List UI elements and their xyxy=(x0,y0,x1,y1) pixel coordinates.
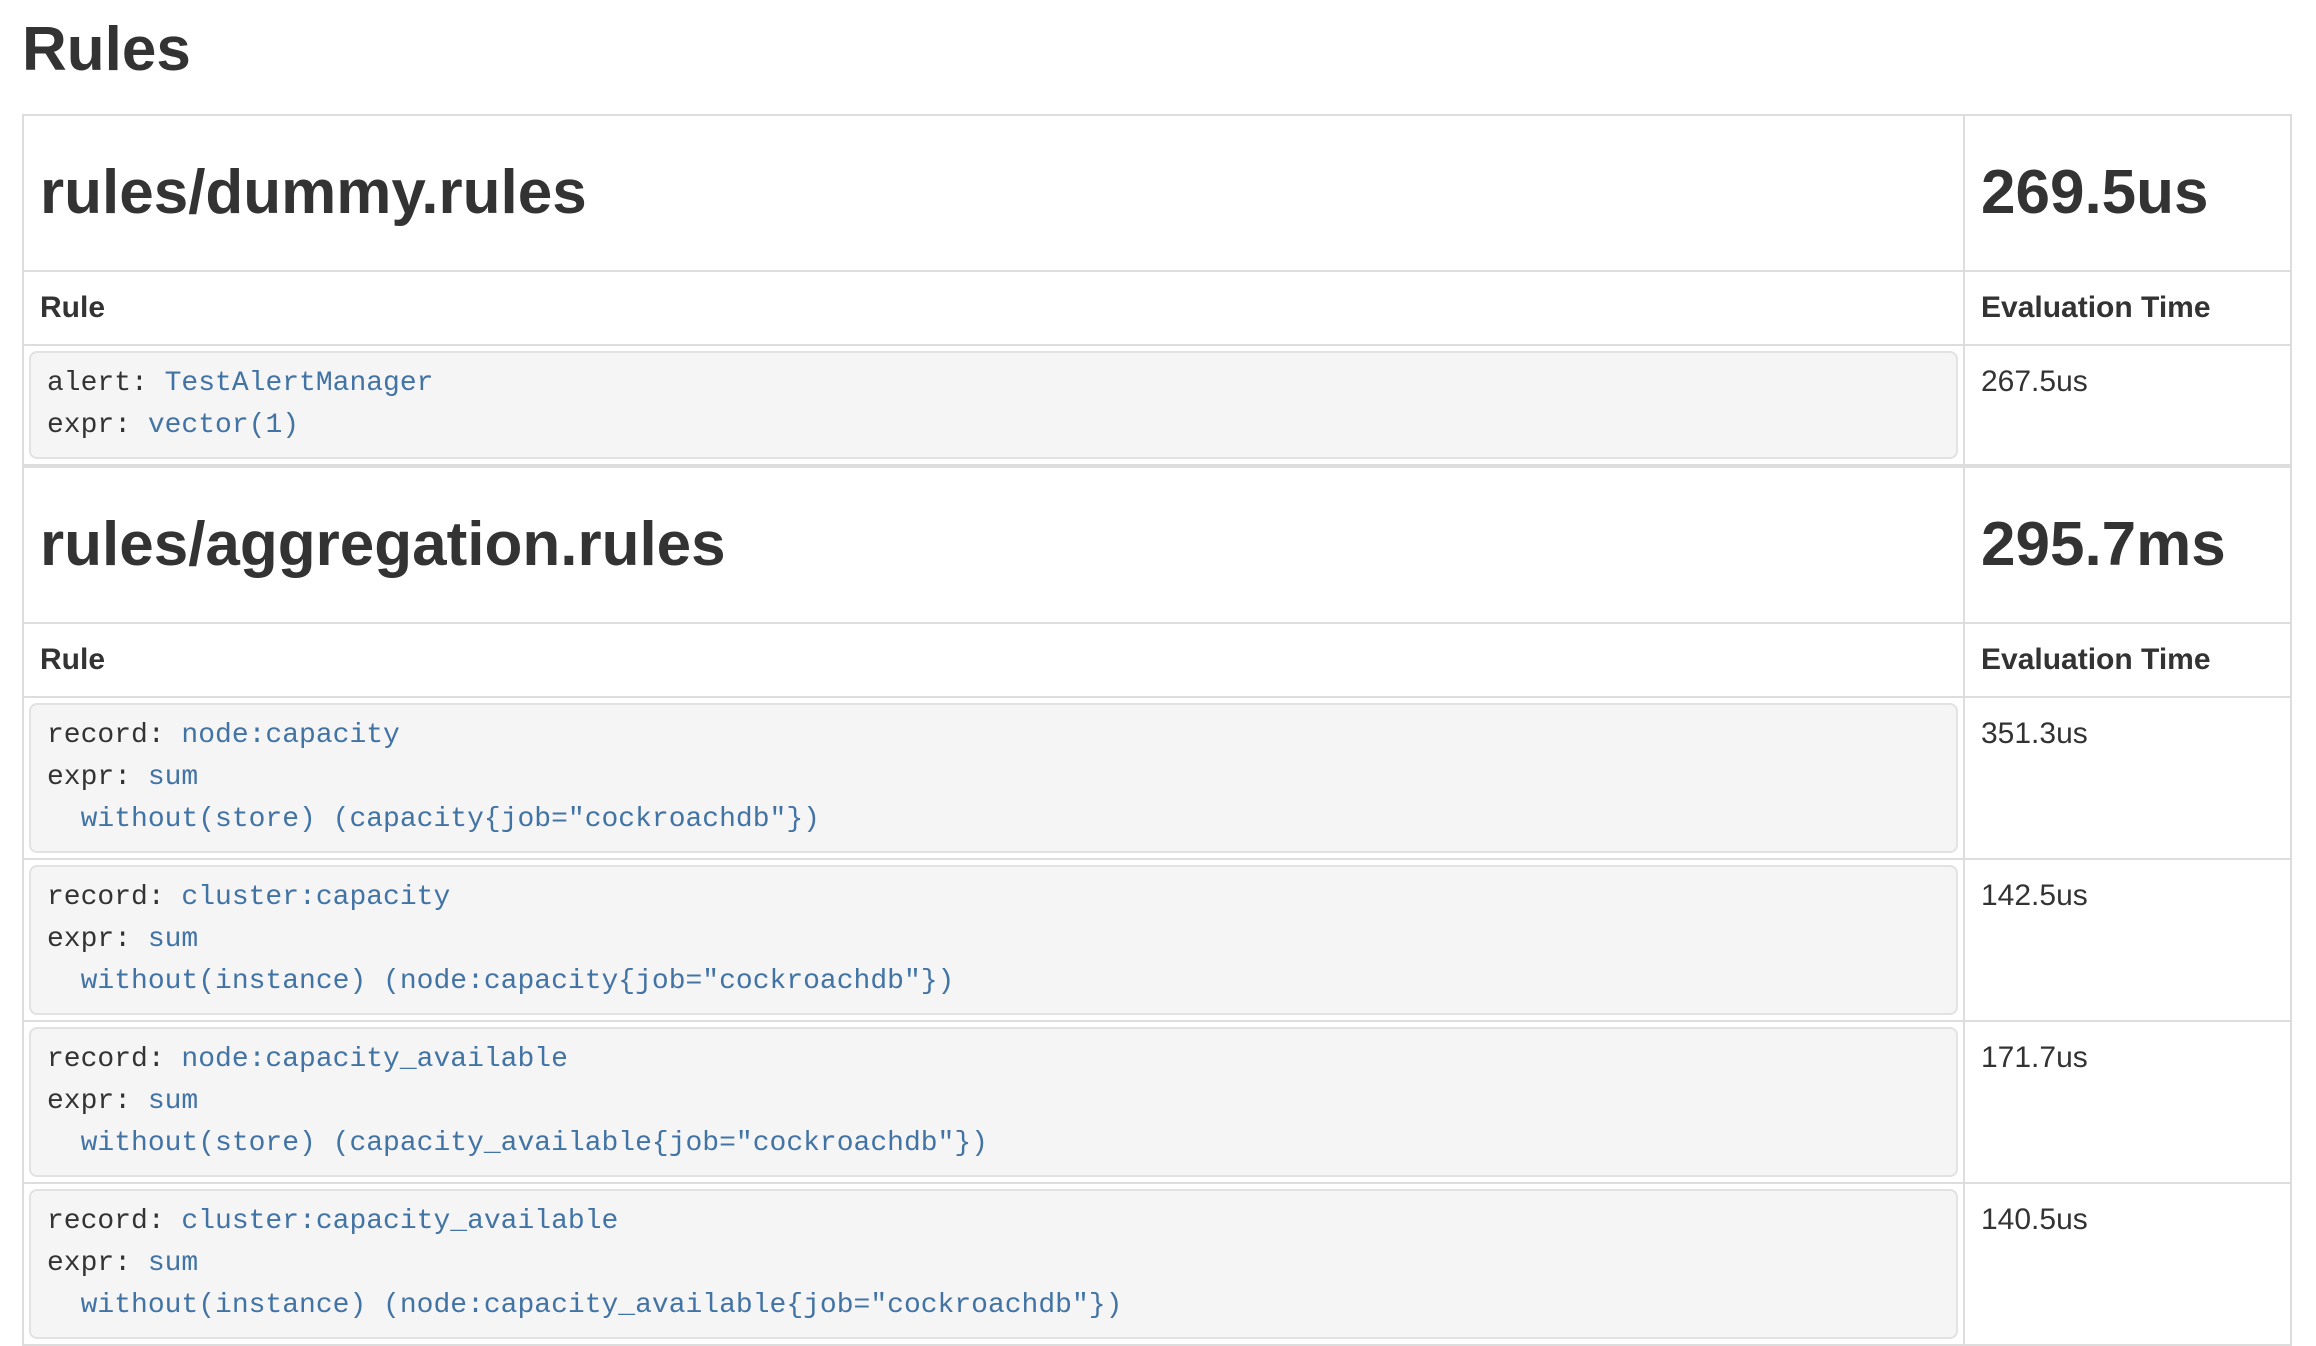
rule-group-evaluation-time-cell: 295.7ms xyxy=(1964,467,2291,623)
rule-expr-link[interactable]: without(store) (capacity{job="cockroachd… xyxy=(47,804,820,835)
rule-name-link[interactable]: cluster:capacity_available xyxy=(181,1206,618,1237)
rule-name-link[interactable]: TestAlertManager xyxy=(165,368,434,399)
rule-name-link[interactable]: node:capacity_available xyxy=(181,1044,567,1075)
rule-evaluation-time: 351.3us xyxy=(1964,697,2291,859)
rule-keyword: record: xyxy=(47,720,181,751)
rule-name-link[interactable]: node:capacity xyxy=(181,720,399,751)
rule-evaluation-time: 142.5us xyxy=(1964,859,2291,1021)
rule-group-evaluation-time-cell: 269.5us xyxy=(1964,115,2291,271)
rule-cell: record: node:capacity_available expr: su… xyxy=(23,1021,1964,1183)
rule-expr-link[interactable]: vector(1) xyxy=(148,410,299,441)
rule-group-evaluation-time: 295.7ms xyxy=(1981,511,2274,579)
rule-code: record: node:capacity_available expr: su… xyxy=(29,1027,1958,1177)
rule-row: record: cluster:capacity_available expr:… xyxy=(23,1183,2291,1345)
rule-cell: record: cluster:capacity expr: sum witho… xyxy=(23,859,1964,1021)
rule-group-file-cell: rules/aggregation.rules xyxy=(23,467,1964,623)
rule-row: record: node:capacity expr: sum without(… xyxy=(23,697,2291,859)
rule-column-header: Rule xyxy=(23,623,1964,697)
rule-groups: rules/dummy.rules 269.5us Rule Evaluatio… xyxy=(22,114,2292,1346)
rule-keyword: expr: xyxy=(47,924,148,955)
page-title: Rules xyxy=(22,16,2292,84)
rule-code: record: node:capacity expr: sum without(… xyxy=(29,703,1958,853)
rule-keyword: expr: xyxy=(47,1248,148,1279)
rule-code: alert: TestAlertManager expr: vector(1) xyxy=(29,351,1958,459)
rule-evaluation-time: 140.5us xyxy=(1964,1183,2291,1345)
rule-keyword: record: xyxy=(47,882,181,913)
rule-code: record: cluster:capacity expr: sum witho… xyxy=(29,865,1958,1015)
rule-name-link[interactable]: cluster:capacity xyxy=(181,882,450,913)
rules-page: { "page": { "title": "Rules" }, "colors"… xyxy=(0,16,2316,1346)
rule-evaluation-time: 171.7us xyxy=(1964,1021,2291,1183)
rule-expr-link[interactable]: sum xyxy=(148,1086,198,1117)
rule-group-evaluation-time: 269.5us xyxy=(1981,159,2274,227)
rule-group-table: rules/dummy.rules 269.5us Rule Evaluatio… xyxy=(22,114,2292,466)
rule-group-file: rules/aggregation.rules xyxy=(40,511,1947,579)
rule-expr-link[interactable]: sum xyxy=(148,924,198,955)
rule-expr-link[interactable]: sum xyxy=(148,762,198,793)
rule-keyword: record: xyxy=(47,1044,181,1075)
rule-expr-link[interactable]: without(store) (capacity_available{job="… xyxy=(47,1128,988,1159)
rule-group-table: rules/aggregation.rules 295.7ms Rule Eva… xyxy=(22,466,2292,1346)
rule-keyword: expr: xyxy=(47,762,148,793)
rule-column-header: Rule xyxy=(23,271,1964,345)
rule-cell: record: node:capacity expr: sum without(… xyxy=(23,697,1964,859)
rule-group-header-row: rules/dummy.rules 269.5us xyxy=(23,115,2291,271)
rule-keyword: alert: xyxy=(47,368,165,399)
rule-group-file: rules/dummy.rules xyxy=(40,159,1947,227)
rule-expr-link[interactable]: sum xyxy=(148,1248,198,1279)
rule-row: alert: TestAlertManager expr: vector(1)2… xyxy=(23,345,2291,465)
rule-keyword: expr: xyxy=(47,410,148,441)
column-header-row: Rule Evaluation Time xyxy=(23,623,2291,697)
rule-row: record: node:capacity_available expr: su… xyxy=(23,1021,2291,1183)
evaluation-time-column-header: Evaluation Time xyxy=(1964,271,2291,345)
rule-expr-link[interactable]: without(instance) (node:capacity_availab… xyxy=(47,1290,1122,1321)
rule-expr-link[interactable]: without(instance) (node:capacity{job="co… xyxy=(47,966,954,997)
rule-evaluation-time: 267.5us xyxy=(1964,345,2291,465)
rule-group-header-row: rules/aggregation.rules 295.7ms xyxy=(23,467,2291,623)
rule-code: record: cluster:capacity_available expr:… xyxy=(29,1189,1958,1339)
rule-cell: record: cluster:capacity_available expr:… xyxy=(23,1183,1964,1345)
rule-keyword: record: xyxy=(47,1206,181,1237)
evaluation-time-column-header: Evaluation Time xyxy=(1964,623,2291,697)
rule-row: record: cluster:capacity expr: sum witho… xyxy=(23,859,2291,1021)
rule-cell: alert: TestAlertManager expr: vector(1) xyxy=(23,345,1964,465)
rule-keyword: expr: xyxy=(47,1086,148,1117)
rule-group-file-cell: rules/dummy.rules xyxy=(23,115,1964,271)
column-header-row: Rule Evaluation Time xyxy=(23,271,2291,345)
